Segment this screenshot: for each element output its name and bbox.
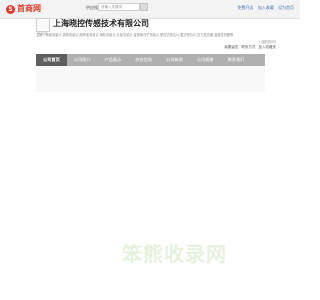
header-link-contact[interactable]: 联系方式 <box>241 45 255 49</box>
company-logo-image <box>36 18 50 32</box>
top-link-open-store[interactable]: 免费开店 <box>237 5 253 10</box>
top-bar: S 首商网 供应搜索 请输入关键词 免费开店 加入收藏 设为首页 <box>0 0 300 19</box>
nav-item-contact[interactable]: 联系我们 <box>221 54 252 66</box>
nav-item-products[interactable]: 产品展示 <box>98 54 129 66</box>
company-header: 首商网 上海晓控传感技术有限公司 主营：电磁流量计,涡街流量计,超声波流量计,涡… <box>36 18 276 50</box>
company-name: 上海晓控传感技术有限公司 <box>53 19 149 28</box>
header-links: 我要留言 联系方式 加入收藏夹 <box>222 45 276 50</box>
top-links: 免费开店 加入收藏 设为首页 <box>234 4 294 12</box>
site-logo[interactable]: S 首商网 <box>6 3 41 15</box>
search-button[interactable] <box>140 3 148 11</box>
nav-item-home[interactable]: 公司首页 <box>36 54 67 66</box>
header-link-message[interactable]: 我要留言 <box>224 45 238 49</box>
search-input[interactable]: 请输入关键词 <box>98 3 140 11</box>
site-logo-icon: S <box>6 4 15 14</box>
header-link-favorite[interactable]: 加入收藏夹 <box>259 45 277 49</box>
nav-item-album[interactable]: 公司相册 <box>190 54 221 66</box>
company-description: 主营：电磁流量计,涡街流量计,超声波流量计,涡轮流量计,孔板流量计,金属管浮子流… <box>36 33 234 37</box>
top-link-bookmark[interactable]: 加入收藏 <box>258 5 274 10</box>
main-content <box>36 66 265 92</box>
watermark-text: 笨熊收录网 <box>122 242 227 266</box>
nav-item-news[interactable]: 公司新闻 <box>159 54 190 66</box>
main-nav: 公司首页 公司简介 产品展示 供应信息 公司新闻 公司相册 联系我们 <box>36 54 265 66</box>
site-logo-text: 首商网 <box>17 4 41 13</box>
nav-item-supply[interactable]: 供应信息 <box>128 54 159 66</box>
top-link-set-home[interactable]: 设为首页 <box>278 5 294 10</box>
nav-item-about[interactable]: 公司简介 <box>67 54 98 66</box>
